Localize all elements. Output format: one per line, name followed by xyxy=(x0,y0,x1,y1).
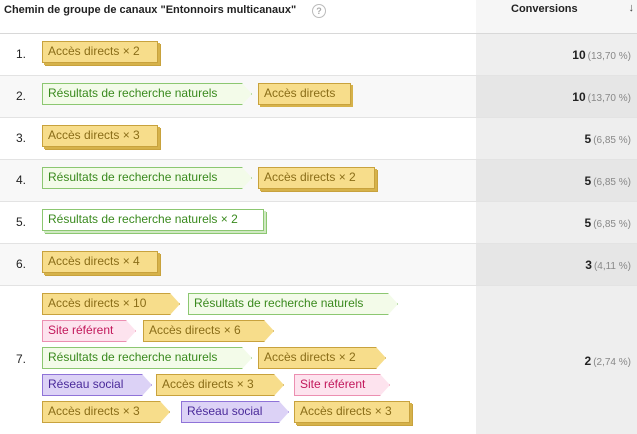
column-header-path[interactable]: Chemin de groupe de canaux "Entonnoirs m… xyxy=(4,4,296,16)
row-number: 2. xyxy=(16,89,27,103)
path-step-direct[interactable]: Accès directs xyxy=(258,83,351,105)
table-row: 5. Résultats de recherche naturels × 2 5… xyxy=(0,202,637,244)
path-step-social[interactable]: Réseau social xyxy=(181,401,289,423)
conversions-value: 10 xyxy=(572,48,586,62)
path-step-direct[interactable]: Accès directs × 2 xyxy=(42,41,158,63)
path-step-direct[interactable]: Accès directs × 10 xyxy=(42,293,180,315)
conversions-value: 10 xyxy=(572,90,586,104)
path-step-organic-search[interactable]: Résultats de recherche naturels xyxy=(188,293,398,315)
path-step-direct[interactable]: Accès directs × 3 xyxy=(294,401,410,423)
path-step-organic-search[interactable]: Résultats de recherche naturels xyxy=(42,83,252,105)
conversions-percent: (13,70 %) xyxy=(587,51,631,62)
conversions-cell: 5 (6,85 %) xyxy=(476,118,637,159)
path-step-direct[interactable]: Accès directs × 6 xyxy=(143,320,274,342)
table-header: Chemin de groupe de canaux "Entonnoirs m… xyxy=(0,0,637,34)
path-step-social[interactable]: Réseau social xyxy=(42,374,152,396)
row-number: 7. xyxy=(16,352,27,366)
column-header-conversions[interactable]: Conversions xyxy=(511,3,578,15)
row-number: 4. xyxy=(16,173,27,187)
path-step-direct[interactable]: Accès directs × 2 xyxy=(258,167,375,189)
conversions-value: 5 xyxy=(584,132,592,146)
conversions-cell: 10 (13,70 %) xyxy=(476,76,637,117)
conversions-percent: (6,85 %) xyxy=(593,177,631,188)
path-step-direct[interactable]: Accès directs × 3 xyxy=(42,401,170,423)
table-row: 4. Résultats de recherche naturels Accès… xyxy=(0,160,637,202)
path-step-referral[interactable]: Site référent xyxy=(294,374,390,396)
help-icon[interactable]: ? xyxy=(312,4,326,18)
conversions-cell: 10 (13,70 %) xyxy=(476,34,637,75)
row-number: 6. xyxy=(16,257,27,271)
conversions-value: 3 xyxy=(585,258,592,272)
table-row: 6. Accès directs × 4 3 (4,11 %) xyxy=(0,244,637,286)
path-step-direct[interactable]: Accès directs × 2 xyxy=(258,347,386,369)
conversions-cell: 5 (6,85 %) xyxy=(476,160,637,201)
table-row: 1. Accès directs × 2 10 (13,70 %) xyxy=(0,34,637,76)
column-header-conversions-cell: Conversions ↓ xyxy=(476,0,637,33)
table-row: 2. Résultats de recherche naturels Accès… xyxy=(0,76,637,118)
conversions-value: 5 xyxy=(584,216,592,230)
conversions-cell: 2 (2,74 %) xyxy=(476,286,637,434)
row-number: 5. xyxy=(16,215,27,229)
conversions-value: 5 xyxy=(584,174,592,188)
conversions-percent: (13,70 %) xyxy=(587,93,631,104)
conversions-value: 2 xyxy=(584,354,592,368)
conversions-percent: (2,74 %) xyxy=(593,357,631,368)
path-step-direct[interactable]: Accès directs × 3 xyxy=(156,374,284,396)
row-number: 1. xyxy=(16,47,27,61)
path-step-referral[interactable]: Site référent xyxy=(42,320,136,342)
path-step-organic-search[interactable]: Résultats de recherche naturels × 2 xyxy=(42,209,264,231)
path-step-organic-search[interactable]: Résultats de recherche naturels xyxy=(42,347,252,369)
conversions-percent: (6,85 %) xyxy=(593,135,631,146)
path-step-organic-search[interactable]: Résultats de recherche naturels xyxy=(42,167,252,189)
table-row: 3. Accès directs × 3 5 (6,85 %) xyxy=(0,118,637,160)
multichannel-paths-table: Chemin de groupe de canaux "Entonnoirs m… xyxy=(0,0,637,434)
conversions-percent: (6,85 %) xyxy=(593,219,631,230)
sort-descending-icon[interactable]: ↓ xyxy=(629,2,635,14)
conversions-cell: 5 (6,85 %) xyxy=(476,202,637,243)
conversions-cell: 3 (4,11 %) xyxy=(476,244,637,285)
row-number: 3. xyxy=(16,131,27,145)
conversions-percent: (4,11 %) xyxy=(593,261,631,272)
path-step-direct[interactable]: Accès directs × 3 xyxy=(42,125,158,147)
table-row: 7. Accès directs × 10 Résultats de reche… xyxy=(0,286,637,434)
path-step-direct[interactable]: Accès directs × 4 xyxy=(42,251,158,273)
